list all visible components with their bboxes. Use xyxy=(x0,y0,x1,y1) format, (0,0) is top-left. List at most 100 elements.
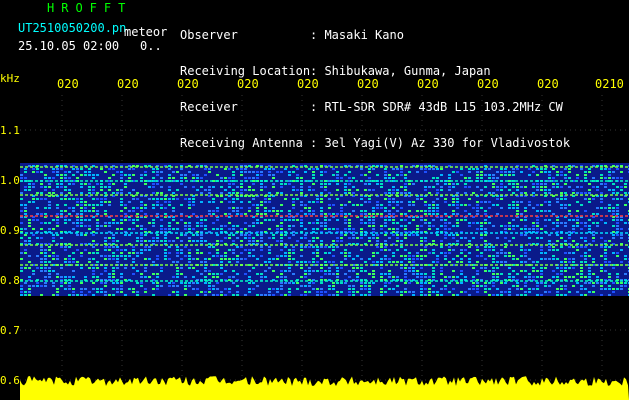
speckle xyxy=(24,177,27,179)
speckle xyxy=(32,273,35,275)
speckle xyxy=(400,201,403,203)
speckle xyxy=(416,258,419,260)
speckle xyxy=(556,294,559,296)
speckle xyxy=(580,255,583,257)
speckle xyxy=(512,186,515,188)
speckle xyxy=(616,198,619,200)
speckle xyxy=(396,222,399,224)
speckle xyxy=(568,261,571,263)
speckle xyxy=(468,252,471,254)
speckle xyxy=(88,228,91,230)
speckle xyxy=(204,240,207,242)
speckle xyxy=(520,228,523,230)
speckle xyxy=(588,255,591,257)
speckle xyxy=(236,285,239,287)
speckle xyxy=(140,174,143,176)
speckle xyxy=(420,237,423,239)
speckle xyxy=(56,219,59,221)
speckle xyxy=(332,261,335,263)
speckle xyxy=(388,210,391,212)
speckle xyxy=(264,270,267,272)
speckle xyxy=(216,273,219,275)
speckle xyxy=(532,225,535,227)
speckle xyxy=(556,249,559,251)
speckle xyxy=(128,252,131,254)
speckle xyxy=(580,285,583,287)
speckle xyxy=(212,222,215,224)
speckle xyxy=(344,228,347,230)
speckle xyxy=(156,282,159,284)
speckle xyxy=(404,249,407,251)
speckle xyxy=(512,219,515,221)
speckle xyxy=(416,255,419,257)
speckle xyxy=(304,171,307,173)
speckle xyxy=(464,210,467,212)
speckle xyxy=(292,204,295,206)
speckle xyxy=(96,210,99,212)
speckle xyxy=(380,249,383,251)
speckle xyxy=(212,198,215,200)
speckle xyxy=(168,228,171,230)
speckle xyxy=(432,177,435,179)
speckle xyxy=(612,213,615,215)
speckle xyxy=(596,207,599,209)
speckle xyxy=(60,174,63,176)
speckle xyxy=(536,228,539,230)
speckle xyxy=(516,210,519,212)
speckle xyxy=(404,219,407,221)
speckle xyxy=(148,246,151,248)
speckle xyxy=(212,255,215,257)
speckle xyxy=(348,189,351,191)
speckle xyxy=(384,258,387,260)
speckle xyxy=(508,294,511,296)
speckle xyxy=(312,252,315,254)
speckle xyxy=(576,177,579,179)
speckle xyxy=(600,282,603,284)
speckle xyxy=(420,198,423,200)
speckle xyxy=(536,225,539,227)
speckle xyxy=(60,213,63,215)
speckle xyxy=(96,192,99,194)
speckle xyxy=(36,267,39,269)
speckle xyxy=(204,282,207,284)
speckle xyxy=(20,258,23,260)
speckle xyxy=(28,267,31,269)
speckle xyxy=(512,270,515,272)
speckle xyxy=(100,225,103,227)
speckle xyxy=(76,213,79,215)
speckle xyxy=(220,228,223,230)
speckle xyxy=(272,186,275,188)
speckle xyxy=(152,237,155,239)
speckle xyxy=(308,273,311,275)
speckle xyxy=(316,219,319,221)
speckle xyxy=(188,225,191,227)
speckle xyxy=(156,213,159,215)
speckle xyxy=(552,282,555,284)
speckle xyxy=(616,177,619,179)
speckle xyxy=(172,285,175,287)
speckle xyxy=(556,222,559,224)
speckle xyxy=(456,276,459,278)
speckle xyxy=(236,225,239,227)
speckle xyxy=(352,288,355,290)
speckle xyxy=(412,261,415,263)
speckle xyxy=(188,255,191,257)
speckle xyxy=(248,276,251,278)
speckle xyxy=(328,252,331,254)
speckle xyxy=(316,237,319,239)
speckle xyxy=(600,294,603,296)
speckle xyxy=(156,198,159,200)
speckle xyxy=(576,201,579,203)
speckle xyxy=(80,225,83,227)
speckle xyxy=(476,249,479,251)
speckle xyxy=(96,252,99,254)
speckle xyxy=(108,294,111,296)
speckle xyxy=(424,186,427,188)
speckle xyxy=(228,288,231,290)
speckle xyxy=(172,291,175,293)
speckle xyxy=(328,267,331,269)
speckle xyxy=(296,282,299,284)
speckle xyxy=(32,183,35,185)
speckle xyxy=(616,213,619,215)
speckle xyxy=(80,192,83,194)
